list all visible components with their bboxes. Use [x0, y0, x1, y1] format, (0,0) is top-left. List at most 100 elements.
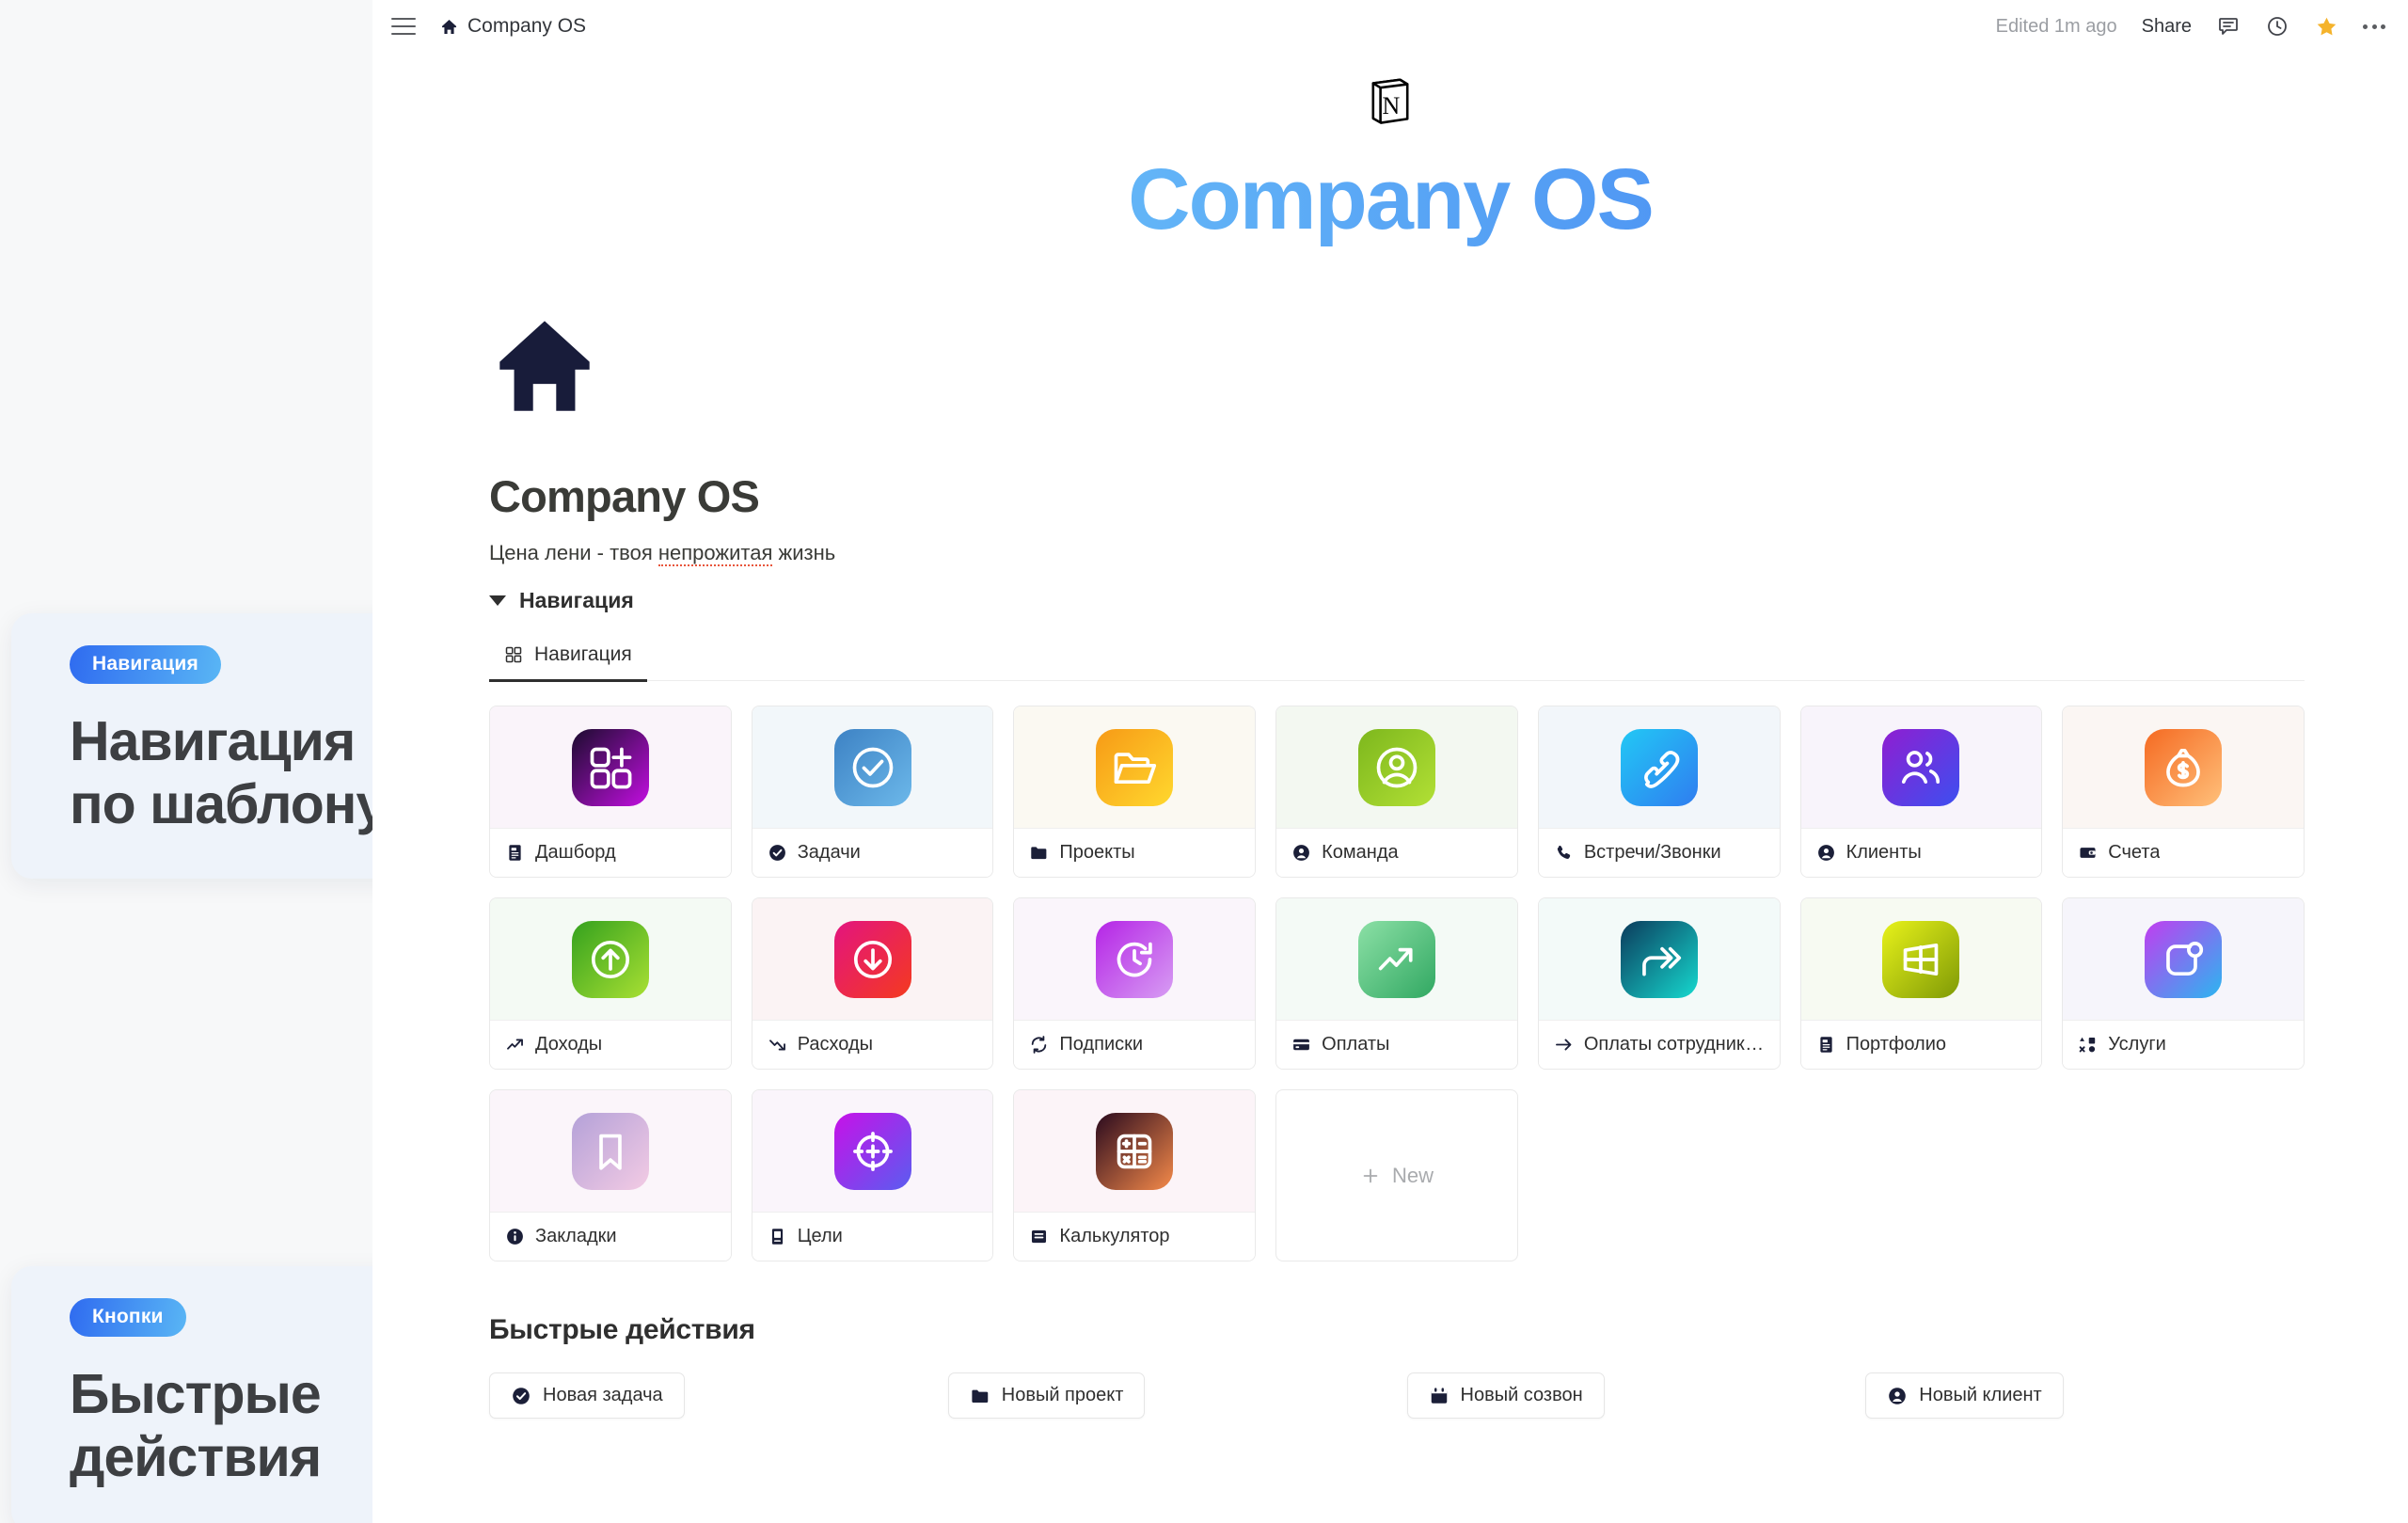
nav-card-preview [1538, 898, 1780, 1020]
nav-card-label: Калькулятор [1059, 1226, 1170, 1246]
quick-action-label: Новый созвон [1460, 1385, 1583, 1405]
nav-card-label: Подписки [1059, 1034, 1144, 1055]
quick-action-label: Новый клиент [1919, 1385, 2042, 1405]
nav-card-label: Доходы [535, 1034, 603, 1055]
hamburger-icon[interactable] [391, 18, 416, 35]
nav-card[interactable]: Закладки [489, 1089, 732, 1261]
more-dots-icon[interactable] [2363, 24, 2385, 29]
nav-card[interactable]: Дашборд [489, 706, 732, 878]
nav-card-footer: Встречи/Звонки [1538, 828, 1780, 877]
nav-card[interactable]: Клиенты [1799, 706, 2043, 878]
book-icon [771, 1229, 783, 1245]
annotation-card-navigation: Навигация Навигация по шаблону [11, 613, 435, 880]
dashboard-grid-plus-icon [571, 728, 649, 806]
tab-navigation[interactable]: Навигация [489, 638, 647, 682]
nav-card[interactable]: Доходы [489, 897, 732, 1070]
nav-card-preview [490, 706, 731, 828]
target-crosshair-icon [833, 1112, 911, 1190]
check-icon [513, 1387, 530, 1404]
nav-card-label: Проекты [1059, 842, 1135, 863]
nav-card-preview [1014, 898, 1256, 1020]
annotation-badge: Навигация [70, 645, 221, 684]
wallet-icon [2080, 848, 2096, 858]
nav-card[interactable]: Команда [1275, 706, 1518, 878]
top-bar: Company OS Edited 1m ago Share [372, 0, 2408, 53]
page-cover: N Company OS [372, 53, 2408, 249]
arrow-up-circle-icon [571, 920, 649, 998]
nav-card-footer: Оплаты [1276, 1020, 1517, 1069]
two-people-icon [1882, 728, 1960, 806]
nav-card-preview [1800, 706, 2042, 828]
nav-card-preview [752, 898, 993, 1020]
hero-title: Company OS [372, 151, 2408, 249]
nav-card[interactable]: Цели [751, 1089, 994, 1261]
annotation-title: Быстрые действия [70, 1363, 322, 1488]
star-icon[interactable] [2314, 14, 2338, 39]
nav-card-label: Встречи/Звонки [1583, 842, 1721, 863]
phone-icon [1557, 845, 1571, 859]
nav-card-preview [1538, 706, 1780, 828]
nav-card[interactable]: Услуги [2062, 897, 2305, 1070]
plus-icon [1363, 1168, 1378, 1182]
nav-card-footer: Расходы [752, 1020, 993, 1069]
house-icon [441, 19, 457, 34]
page-content: Company OS Цена лени - твоя непрожитая ж… [372, 310, 2408, 1419]
person-icon [1817, 845, 1834, 861]
user-circle-icon [1357, 728, 1435, 806]
top-bar-actions: Edited 1m ago Share [1996, 0, 2385, 53]
page-subtitle-part1: Цена лени - твоя [489, 541, 658, 564]
nav-card-preview [1014, 1090, 1256, 1212]
nav-card-footer: Команда [1276, 828, 1517, 877]
nav-card-preview [752, 1090, 993, 1212]
edited-timestamp: Edited 1m ago [1995, 15, 2117, 37]
clock-icon[interactable] [2265, 14, 2289, 39]
nav-card[interactable]: Оплаты сотрудникам [1537, 897, 1781, 1070]
nav-card-footer: Клиенты [1800, 828, 2042, 877]
nav-card[interactable]: Задачи [751, 706, 994, 878]
annotation-badge: Кнопки [70, 1298, 186, 1337]
notion-logo-icon: N [1371, 78, 1409, 124]
new-card-button[interactable]: New [1275, 1089, 1518, 1261]
list-box-icon [1032, 1230, 1047, 1244]
share-button[interactable]: Share [2142, 16, 2192, 38]
nav-card-footer: Оплаты сотрудникам [1538, 1020, 1780, 1069]
nav-card[interactable]: Портфолио [1799, 897, 2043, 1070]
nav-card-footer: Счета [2063, 828, 2304, 877]
quick-action-button[interactable]: Новый клиент [1865, 1372, 2064, 1419]
shapes-icon [2079, 1037, 2096, 1053]
nav-card-label: Дашборд [535, 842, 616, 863]
nav-card-footer: Калькулятор [1014, 1212, 1256, 1261]
breadcrumb[interactable]: Company OS [440, 15, 586, 38]
person-icon [1293, 845, 1310, 861]
comment-icon[interactable] [2216, 14, 2241, 39]
navigation-toggle-label: Навигация [519, 588, 634, 612]
quick-action-button[interactable]: Новый созвон [1406, 1372, 1605, 1419]
card-icon [1293, 1039, 1310, 1051]
nav-card[interactable]: Встречи/Звонки [1537, 706, 1781, 878]
nav-card[interactable]: Проекты [1013, 706, 1257, 878]
nav-card[interactable]: Подписки [1013, 897, 1257, 1070]
nav-card-label: Задачи [797, 842, 861, 863]
nav-card[interactable]: Расходы [751, 897, 994, 1070]
trend-up-icon [507, 1039, 523, 1050]
nav-card[interactable]: Счета [2062, 706, 2305, 878]
grid-icon [505, 646, 522, 663]
nav-card-label: Расходы [797, 1034, 874, 1055]
navigation-toggle[interactable]: Навигация [489, 588, 2305, 613]
info-icon [507, 1229, 523, 1245]
nav-card-footer: Закладки [490, 1212, 731, 1261]
nav-card-footer: Проекты [1014, 828, 1256, 877]
nav-card[interactable]: Оплаты [1275, 897, 1518, 1070]
calculator-icon [1096, 1112, 1174, 1190]
quick-action-button[interactable]: Новый проект [947, 1372, 1146, 1419]
repeat-icon [1032, 1036, 1047, 1054]
window-grid-icon [1882, 920, 1960, 998]
quick-action-button[interactable]: Новая задача [489, 1372, 685, 1419]
page-subtitle: Цена лени - твоя непрожитая жизнь [489, 541, 2305, 566]
arrow-right-icon [1555, 1039, 1572, 1051]
nav-card-preview [2063, 706, 2304, 828]
trend-down-icon [768, 1039, 785, 1051]
nav-card-label: Команда [1322, 842, 1399, 863]
nav-card-preview [1800, 898, 2042, 1020]
nav-card[interactable]: Калькулятор [1013, 1089, 1257, 1261]
